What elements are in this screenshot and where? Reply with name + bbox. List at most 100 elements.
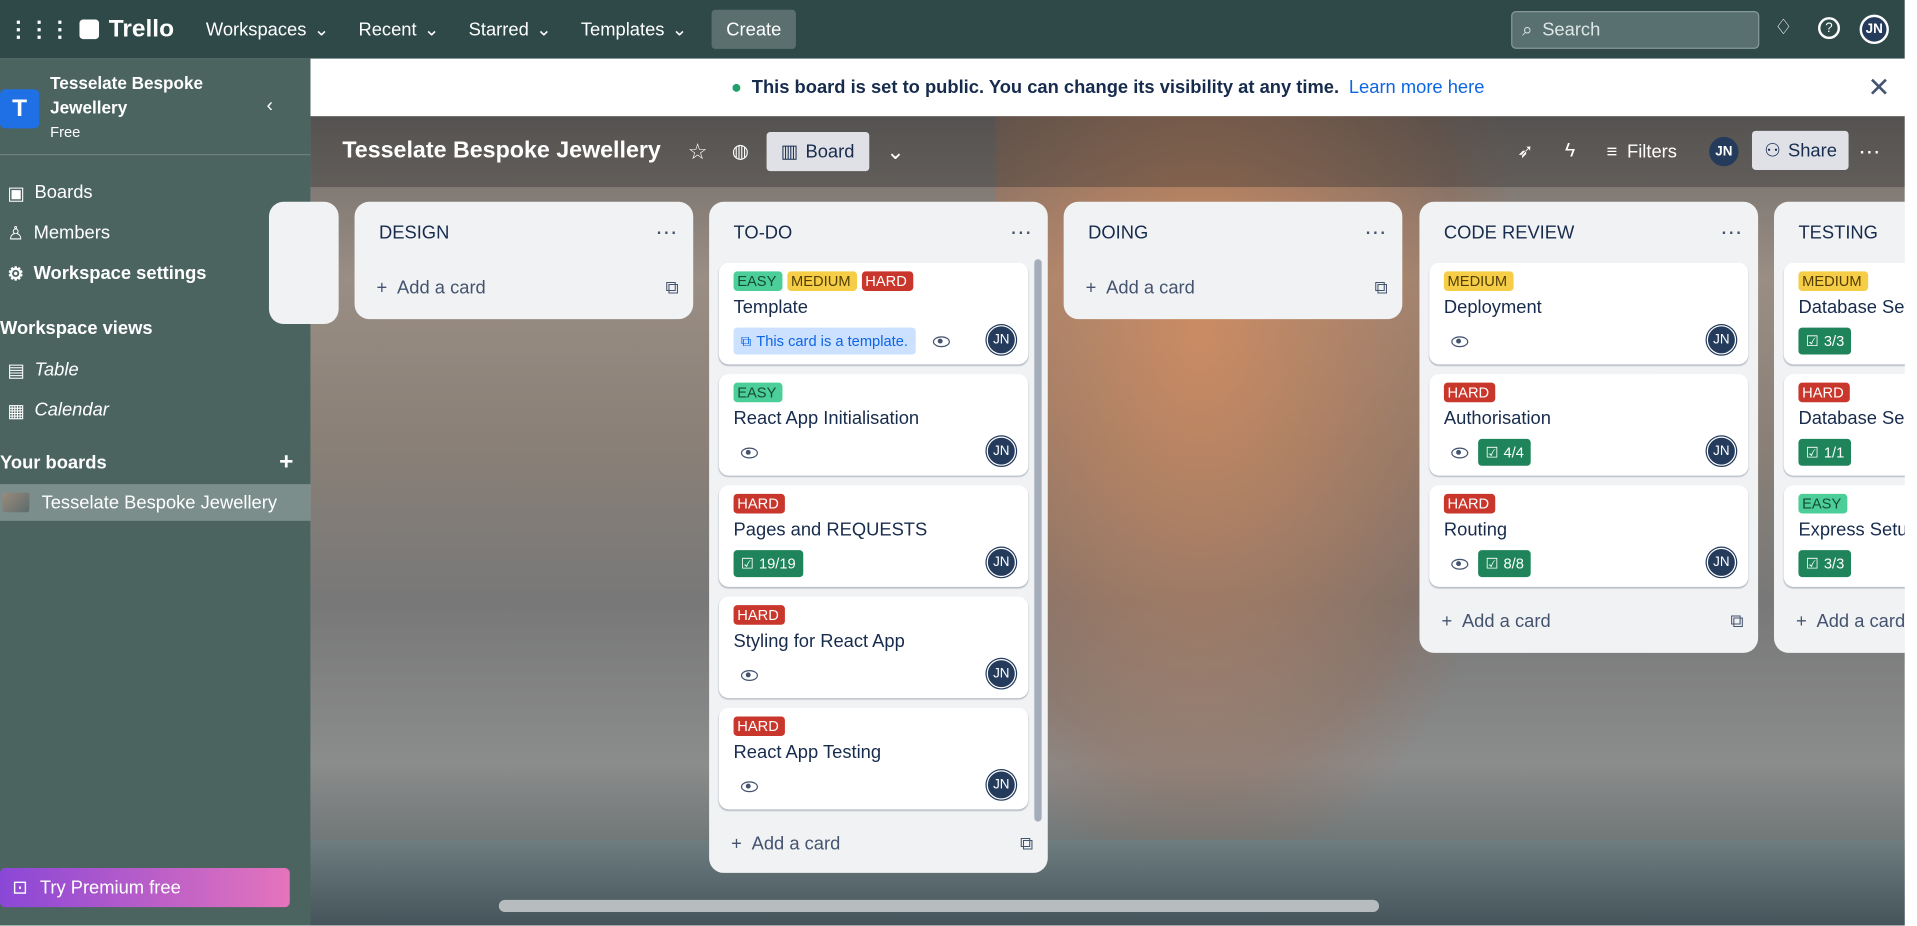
more-menu-icon[interactable]: ⋯ bbox=[1858, 139, 1880, 165]
window-edge bbox=[1904, 0, 1917, 926]
list-title[interactable]: CODE REVIEW bbox=[1444, 222, 1574, 243]
sidebar-board-item[interactable]: Tesselate Bespoke Jewellery bbox=[0, 484, 311, 521]
add-card-button[interactable]: + Add a card ⧉ bbox=[1419, 597, 1758, 646]
search-input[interactable]: ⌕ Search bbox=[1511, 11, 1760, 49]
nav-recent[interactable]: Recent ⌄ bbox=[344, 10, 454, 49]
card-member-avatar[interactable]: JN bbox=[986, 325, 1016, 355]
create-button[interactable]: Create bbox=[711, 9, 797, 49]
template-icon[interactable]: ⧉ bbox=[1375, 277, 1388, 298]
card[interactable]: HARD Styling for React App JN bbox=[718, 596, 1029, 699]
star-icon[interactable]: ☆ bbox=[688, 139, 708, 165]
card[interactable]: EASY Express Setup ☑ 3/3 bbox=[1783, 485, 1917, 587]
your-boards-heading: Your boards + bbox=[0, 448, 294, 476]
sidebar-item-members[interactable]: ♙Members+ bbox=[0, 213, 311, 253]
checkbox-icon: ☑ bbox=[1805, 555, 1819, 573]
sidebar-item-workspace-settings[interactable]: ⚙Workspace settings⌄ bbox=[0, 253, 311, 293]
card[interactable]: MEDIUM Deployment JN bbox=[1429, 262, 1749, 365]
card-title: Database Seed bbox=[1798, 408, 1917, 430]
share-button[interactable]: ⚇ Share bbox=[1751, 130, 1850, 170]
top-navigation-bar: ⋮⋮⋮ Trello Workspaces ⌄ Recent ⌄ Starred ⌄ … bbox=[0, 0, 1905, 59]
card-member-avatar[interactable]: JN bbox=[1706, 436, 1737, 466]
board-icon: ▣ bbox=[7, 182, 25, 204]
power-ups-icon[interactable]: ➶ bbox=[1517, 139, 1533, 163]
checkbox-icon: ☑ bbox=[1805, 332, 1819, 350]
card-title: Express Setup bbox=[1798, 519, 1917, 541]
collapse-sidebar-icon[interactable]: ‹ bbox=[267, 95, 274, 117]
automation-icon[interactable]: ϟ bbox=[1565, 141, 1575, 163]
board-horizontal-scrollbar[interactable] bbox=[498, 899, 1380, 913]
card[interactable]: HARD Routing ☑ 8/8 JN bbox=[1429, 485, 1749, 587]
help-icon[interactable]: ? bbox=[1818, 17, 1841, 40]
watch-icon bbox=[1451, 446, 1469, 458]
sidebar-item-boards[interactable]: ▣ Boards bbox=[0, 172, 311, 212]
add-card-button[interactable]: + Add a card bbox=[1774, 597, 1917, 646]
nav-workspaces[interactable]: Workspaces ⌄ bbox=[191, 10, 344, 49]
card[interactable]: EASY MEDIUM HARD Template ⧉ This card is a … bbox=[718, 262, 1029, 365]
card-title: React App Testing bbox=[733, 742, 882, 763]
list-title[interactable]: TO-DO bbox=[734, 222, 793, 243]
card[interactable]: MEDIUM Database Setup ☑ 3/3 bbox=[1783, 262, 1917, 365]
person-icon: ♙ bbox=[7, 223, 24, 244]
account-avatar[interactable]: JN bbox=[1859, 14, 1889, 45]
card-member-avatar[interactable]: JN bbox=[986, 436, 1016, 466]
template-icon[interactable]: ⧉ bbox=[1020, 833, 1033, 854]
watch-icon bbox=[740, 780, 759, 792]
sidebar-item-table[interactable]: ▤ Table bbox=[0, 350, 311, 390]
checklist-badge: ☑ 8/8 bbox=[1478, 550, 1532, 578]
label-easy: EASY bbox=[733, 271, 783, 291]
label-medium: MEDIUM bbox=[1798, 271, 1868, 291]
nav-templates[interactable]: Templates ⌄ bbox=[566, 10, 702, 49]
chevron-down-icon[interactable]: ⌄ bbox=[886, 139, 904, 165]
add-board-icon[interactable]: + bbox=[279, 448, 293, 476]
card[interactable]: HARD React App Testing JN bbox=[718, 707, 1029, 810]
board-view-button[interactable]: ▥ Board bbox=[766, 132, 870, 172]
close-icon[interactable]: ✕ bbox=[1868, 72, 1891, 104]
board-title[interactable]: Tesselate Bespoke Jewellery bbox=[342, 138, 661, 165]
globe-icon: ● bbox=[730, 77, 742, 98]
plus-icon: + bbox=[376, 276, 388, 298]
add-card-button[interactable]: + Add a card ⧉ bbox=[355, 263, 694, 312]
sidebar-item-calendar[interactable]: ▦ Calendar bbox=[0, 390, 311, 430]
card[interactable]: HARD Authorisation ☑ 4/4 JN bbox=[1429, 374, 1749, 476]
card-member-avatar[interactable]: JN bbox=[986, 770, 1016, 800]
board-member-avatar[interactable]: JN bbox=[1709, 136, 1739, 167]
template-icon[interactable]: ⧉ bbox=[1730, 611, 1743, 632]
list-title[interactable]: DOING bbox=[1088, 222, 1148, 243]
nav-starred[interactable]: Starred ⌄ bbox=[454, 10, 566, 49]
template-icon: ⧉ bbox=[740, 331, 752, 350]
visibility-banner: ● This board is set to public. You can c… bbox=[310, 58, 1905, 117]
list-to-do: TO-DO ⋯ EASY MEDIUM HARD Template ⧉ This car… bbox=[709, 201, 1048, 873]
app-switcher-icon[interactable]: ⋮⋮⋮ bbox=[7, 17, 71, 43]
trello-home-link[interactable]: ⋮⋮⋮ Trello bbox=[7, 15, 174, 43]
filters-button[interactable]: ≡ Filters bbox=[1606, 141, 1676, 162]
list-menu-icon[interactable]: ⋯ bbox=[1720, 219, 1743, 245]
chevron-down-icon: ⌄ bbox=[536, 19, 552, 41]
card[interactable]: EASY React App Initialisation JN bbox=[718, 374, 1029, 476]
card[interactable]: HARD Database Seed ☑ 1/1 bbox=[1783, 374, 1917, 476]
list-menu-icon[interactable]: ⋯ bbox=[1010, 219, 1033, 245]
checkbox-icon: ☑ bbox=[1805, 443, 1819, 461]
list-scrollbar[interactable] bbox=[1034, 259, 1042, 822]
add-card-button[interactable]: + Add a card ⧉ bbox=[1064, 263, 1403, 312]
trello-logo-text: Trello bbox=[108, 15, 175, 43]
checklist-badge: ☑ 3/3 bbox=[1798, 327, 1852, 355]
card-member-avatar[interactable]: JN bbox=[986, 658, 1016, 689]
checkbox-icon: ☑ bbox=[1485, 555, 1499, 573]
try-premium-button[interactable]: ⊡ Try Premium free bbox=[0, 868, 290, 908]
label-easy: EASY bbox=[733, 382, 783, 403]
list-title[interactable]: TESTING bbox=[1798, 222, 1877, 243]
card-member-avatar[interactable]: JN bbox=[1706, 547, 1737, 578]
list-menu-icon[interactable]: ⋯ bbox=[1364, 219, 1387, 245]
visibility-icon[interactable]: ◍ bbox=[732, 139, 749, 163]
notifications-icon[interactable]: ♢ bbox=[1774, 16, 1793, 40]
add-card-button[interactable]: + Add a card ⧉ bbox=[709, 819, 1048, 868]
card-member-avatar[interactable]: JN bbox=[986, 547, 1016, 578]
template-icon[interactable]: ⧉ bbox=[665, 277, 678, 298]
card-member-avatar[interactable]: JN bbox=[1706, 325, 1737, 355]
card[interactable]: HARD Pages and REQUESTS ☑ 19/19 JN bbox=[718, 485, 1029, 587]
workspace-plan: Free bbox=[50, 123, 81, 141]
list-menu-icon[interactable]: ⋯ bbox=[655, 219, 678, 245]
card-title: Styling for React App bbox=[733, 630, 905, 652]
learn-more-link[interactable]: Learn more here bbox=[1349, 77, 1485, 98]
list-title[interactable]: DESIGN bbox=[379, 222, 449, 243]
